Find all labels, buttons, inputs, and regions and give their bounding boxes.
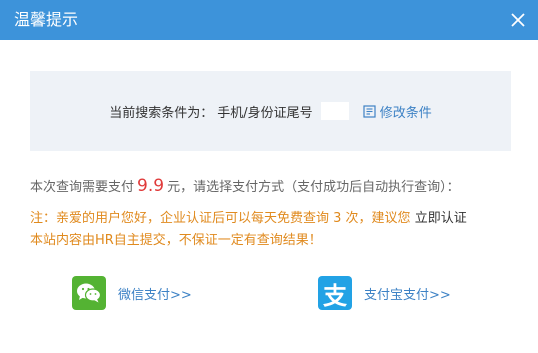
- edit-icon: [363, 104, 376, 118]
- certify-now-link[interactable]: 立即认证: [415, 211, 467, 226]
- search-condition-row: 当前搜索条件为： 手机/身份证尾号 修改条件: [30, 101, 511, 121]
- search-condition-panel: 当前搜索条件为： 手机/身份证尾号 修改条件: [30, 71, 511, 151]
- modify-condition-label: 修改条件: [379, 105, 432, 121]
- payment-prefix: 本次查询需要支付: [30, 180, 135, 195]
- alipay-icon: 支: [318, 276, 352, 310]
- condition-label: 当前搜索条件为：: [109, 105, 214, 121]
- notice-text: 注：亲爱的用户您好，企业认证后可以每天免费查询 3 次，建议您 立即认证 本站内…: [30, 208, 520, 252]
- alipay-button[interactable]: 支 支付宝支付>>: [318, 276, 451, 310]
- wechat-pay-label: 微信支付>>: [118, 287, 192, 303]
- condition-value: 手机/身份证尾号: [217, 105, 313, 121]
- payment-price: 9.9: [137, 176, 165, 196]
- dialog-titlebar: 温馨提示: [0, 0, 538, 40]
- condition-value-box: [320, 102, 349, 120]
- payment-suffix: 元，请选择支付方式（支付成功后自动执行查询）：: [167, 180, 460, 195]
- modify-condition-link[interactable]: 修改条件: [363, 102, 432, 121]
- close-icon[interactable]: [508, 10, 528, 30]
- alipay-label: 支付宝支付>>: [364, 287, 451, 303]
- wechat-icon: [72, 276, 106, 310]
- dialog-title: 温馨提示: [14, 10, 79, 29]
- notice-part1: 注：亲爱的用户您好，企业认证后可以每天免费查询 3 次，建议您: [30, 211, 411, 226]
- payment-info: 本次查询需要支付 9.9 元，请选择支付方式（支付成功后自动执行查询）：: [30, 175, 520, 199]
- wechat-pay-button[interactable]: 微信支付>>: [72, 276, 192, 310]
- notice-line2: 本站内容由HR自主提交，不保证一定有查询结果！: [30, 233, 322, 248]
